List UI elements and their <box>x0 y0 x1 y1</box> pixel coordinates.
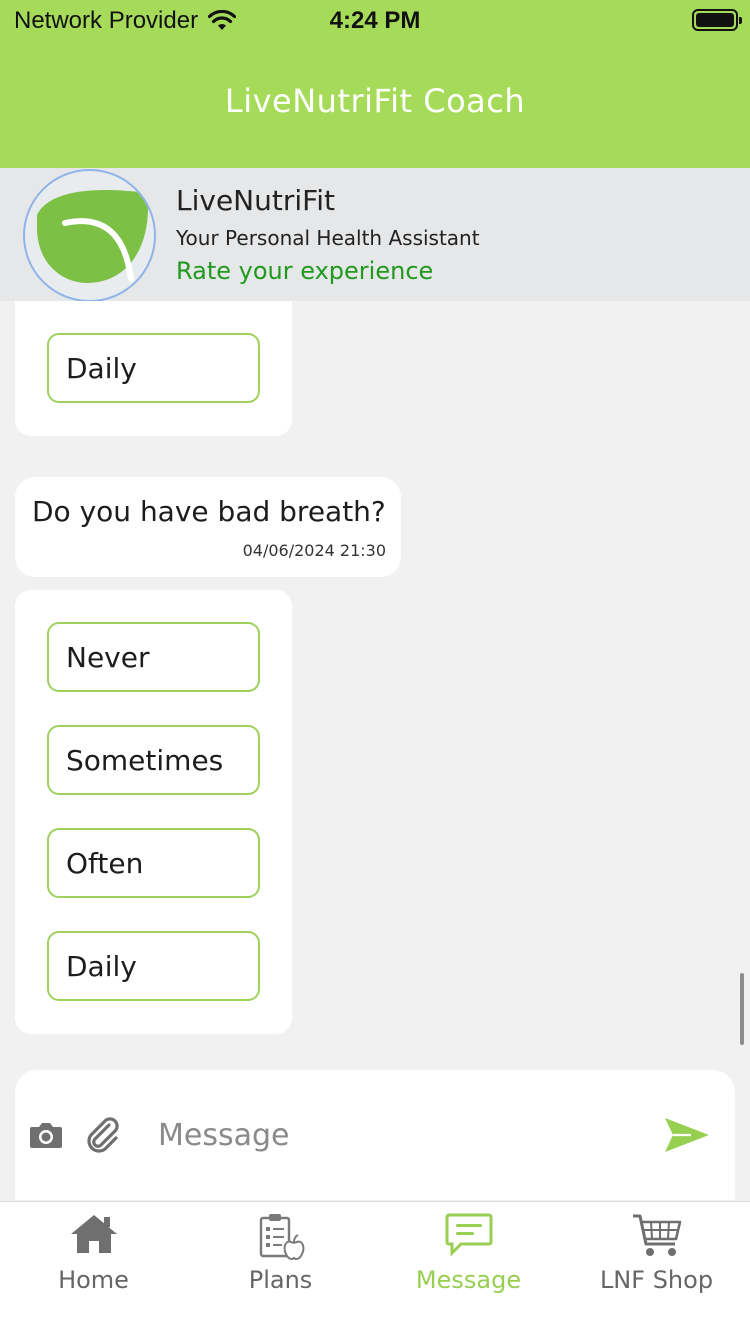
message-timestamp: 04/06/2024 21:30 <box>242 541 386 560</box>
attachment-paperclip-icon[interactable] <box>85 1116 121 1154</box>
plans-clipboard-icon <box>259 1214 304 1260</box>
bottom-tab-bar: Home Plans Message LNF Shop <box>0 1201 750 1334</box>
message-composer <box>15 1070 735 1200</box>
question-text: Do you have bad breath? <box>32 495 386 528</box>
question-bubble: Do you have bad breath? 04/06/2024 21:30 <box>15 477 401 577</box>
tab-label-home: Home <box>58 1266 129 1294</box>
shopping-cart-icon <box>632 1214 681 1256</box>
tab-plans[interactable]: Plans <box>187 1202 374 1334</box>
app-header: Network Provider 4:24 PM LiveNutriFit Co… <box>0 0 750 168</box>
camera-icon[interactable] <box>29 1121 63 1149</box>
message-icon <box>445 1213 492 1256</box>
coach-subtitle: Your Personal Health Assistant <box>176 226 480 250</box>
option-never[interactable]: Never <box>47 622 260 692</box>
option-daily[interactable]: Daily <box>47 931 260 1001</box>
rate-experience-link[interactable]: Rate your experience <box>176 257 433 285</box>
chat-scrollbar[interactable] <box>740 973 744 1045</box>
tab-label-message: Message <box>415 1266 522 1294</box>
option-daily-previous[interactable]: Daily <box>47 333 260 403</box>
status-bar: Network Provider 4:24 PM <box>0 0 750 42</box>
home-icon <box>70 1215 117 1253</box>
option-sometimes[interactable]: Sometimes <box>47 725 260 795</box>
status-time: 4:24 PM <box>329 7 421 34</box>
tab-label-plans: Plans <box>248 1266 313 1294</box>
option-often[interactable]: Often <box>47 828 260 898</box>
avatar[interactable] <box>23 169 156 302</box>
chat-thread[interactable]: Daily Do you have bad breath? 04/06/2024… <box>0 301 750 1061</box>
leaf-logo-icon <box>37 189 148 283</box>
tab-lnf-shop[interactable]: LNF Shop <box>563 1202 750 1334</box>
page-title: LiveNutriFit Coach <box>224 82 526 120</box>
battery-icon <box>692 9 742 31</box>
tab-message[interactable]: Message <box>375 1202 562 1334</box>
coach-profile: LiveNutriFit Your Personal Health Assist… <box>0 168 750 302</box>
options-bubble: Never Sometimes Often Daily <box>15 590 292 1034</box>
message-input[interactable] <box>158 1105 628 1165</box>
tab-label-lnf-shop: LNF Shop <box>599 1266 714 1294</box>
send-icon[interactable] <box>663 1116 711 1154</box>
tab-home[interactable]: Home <box>0 1202 187 1334</box>
options-bubble-previous: Daily <box>15 301 292 436</box>
coach-name: LiveNutriFit <box>176 184 335 217</box>
